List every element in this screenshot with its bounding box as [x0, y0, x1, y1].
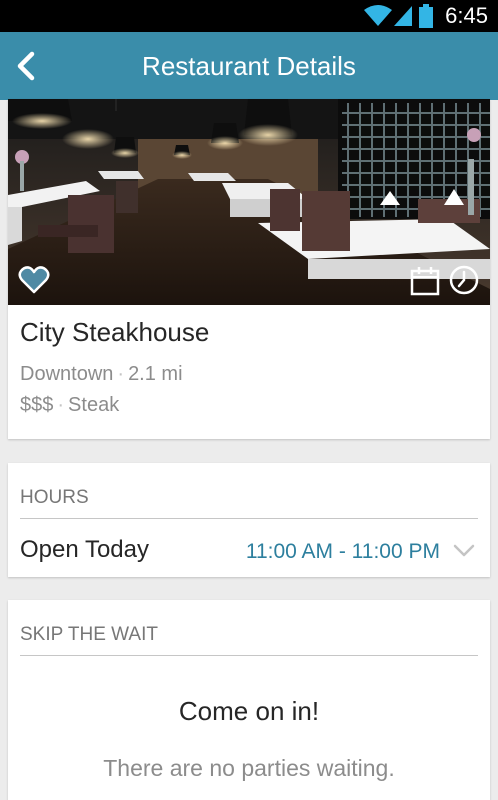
clock-icon[interactable]: [448, 264, 480, 296]
page-title: Restaurant Details: [142, 51, 356, 81]
wait-message: There are no parties waiting.: [103, 755, 395, 781]
wait-headline: Come on in!: [178, 696, 320, 726]
restaurant-category-line: $$$ · Steak: [20, 394, 119, 417]
separator-dot: ·: [117, 363, 125, 385]
restaurant-card[interactable]: City Steakhouse Downtown · 2.1 mi $$$ · Stea…: [8, 99, 490, 439]
hours-heading: HOURS: [20, 487, 89, 508]
open-hours-value: 11:00 AM - 11:00 PM: [245, 540, 440, 563]
restaurant-price: $$$: [20, 394, 54, 416]
chevron-down-icon[interactable]: [452, 543, 476, 559]
separator-dot: ·: [57, 394, 65, 416]
skip-the-wait-card: SKIP THE WAIT Come on in! There are no p…: [8, 600, 490, 800]
hours-card: HOURS Open Today 11:00 AM - 11:00 PM: [8, 463, 490, 577]
calendar-icon[interactable]: [409, 265, 441, 297]
skip-the-wait-divider: [20, 655, 478, 656]
clock-time: 6:45: [445, 3, 488, 28]
status-bar: 6:45: [0, 0, 498, 32]
skip-the-wait-heading: SKIP THE WAIT: [20, 624, 158, 645]
restaurant-name: City Steakhouse: [20, 317, 210, 347]
heart-outline-icon[interactable]: [18, 265, 50, 295]
hours-divider: [20, 518, 478, 519]
restaurant-neighborhood: Downtown: [20, 363, 114, 385]
restaurant-cuisine: Steak: [68, 394, 120, 416]
restaurant-photo: [8, 99, 490, 305]
app-bar: Restaurant Details: [0, 32, 498, 100]
open-today-label: Open Today: [20, 536, 149, 563]
wifi-icon: [364, 5, 392, 26]
restaurant-distance: 2.1 mi: [128, 363, 183, 385]
battery-icon: [419, 4, 433, 28]
signal-icon: [394, 6, 412, 26]
restaurant-location-line: Downtown · 2.1 mi: [20, 363, 183, 386]
